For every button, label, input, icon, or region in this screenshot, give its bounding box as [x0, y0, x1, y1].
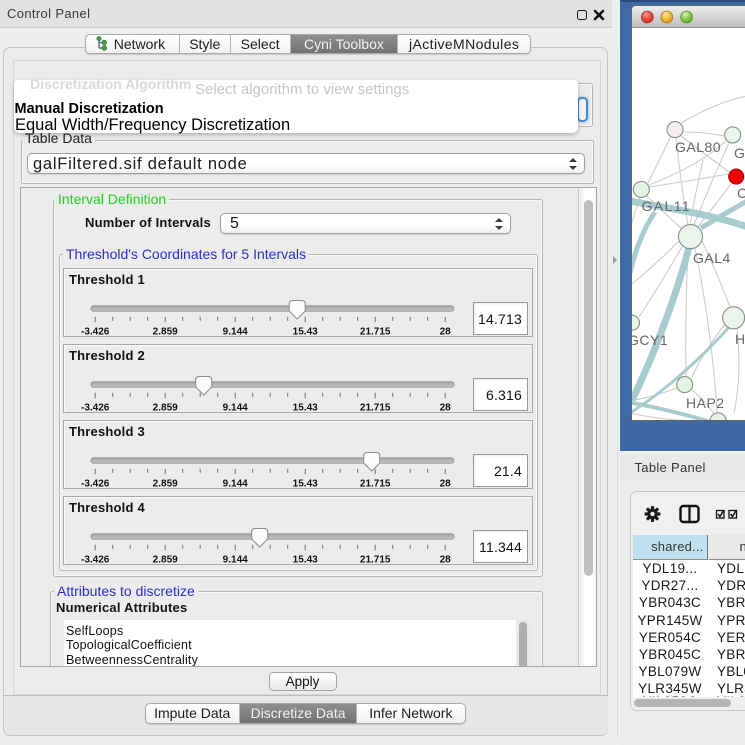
svg-text:9.144: 9.144 — [223, 327, 248, 337]
svg-text:28: 28 — [440, 479, 452, 489]
svg-text:GAL3: GAL3 — [734, 145, 745, 161]
svg-text:21.715: 21.715 — [360, 555, 391, 565]
svg-text:28: 28 — [440, 555, 452, 565]
svg-text:-3.426: -3.426 — [81, 403, 110, 413]
svg-text:21.715: 21.715 — [360, 403, 391, 413]
svg-text:GAL4: GAL4 — [693, 250, 731, 266]
svg-text:GCY1: GCY1 — [632, 332, 668, 348]
svg-text:2.859: 2.859 — [153, 403, 178, 413]
svg-text:HAP4: HAP4 — [735, 331, 745, 347]
svg-text:21.715: 21.715 — [360, 479, 391, 489]
svg-text:-3.426: -3.426 — [81, 327, 110, 337]
svg-text:15.43: 15.43 — [293, 479, 318, 489]
svg-text:HAP2: HAP2 — [686, 395, 725, 411]
svg-text:2.859: 2.859 — [153, 327, 178, 337]
svg-text:15.43: 15.43 — [293, 555, 318, 565]
svg-text:28: 28 — [440, 327, 452, 337]
svg-text:CRZ1: CRZ1 — [737, 185, 745, 201]
svg-text:15.43: 15.43 — [293, 327, 318, 337]
svg-text:15.43: 15.43 — [293, 403, 318, 413]
svg-text:9.144: 9.144 — [223, 403, 248, 413]
svg-text:GAL11: GAL11 — [642, 198, 692, 214]
svg-text:28: 28 — [440, 403, 452, 413]
svg-text:-3.426: -3.426 — [81, 479, 110, 489]
svg-text:21.715: 21.715 — [360, 327, 391, 337]
svg-text:9.144: 9.144 — [223, 479, 248, 489]
svg-text:9.144: 9.144 — [223, 555, 248, 565]
svg-text:2.859: 2.859 — [153, 555, 178, 565]
svg-text:2.859: 2.859 — [153, 479, 178, 489]
svg-text:GAL80: GAL80 — [675, 139, 721, 155]
svg-text:-3.426: -3.426 — [81, 555, 110, 565]
